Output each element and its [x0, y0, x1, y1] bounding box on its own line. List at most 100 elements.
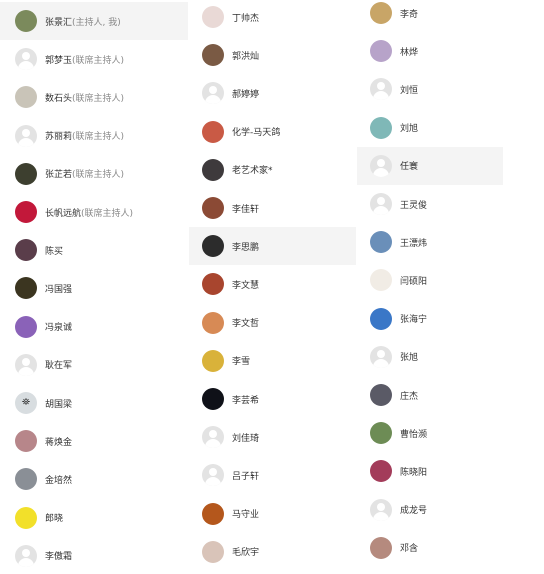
default-avatar-icon [15, 544, 37, 567]
default-avatar-icon [15, 124, 37, 147]
participant-row[interactable]: 毛欣宇 [189, 533, 356, 571]
participant-role: (主持人, 我) [72, 17, 121, 28]
participant-name: 陈晓阳 [400, 467, 428, 478]
default-avatar-icon [370, 154, 392, 177]
participant-name: 冯泉诚 [45, 323, 73, 334]
participant-row[interactable]: 成龙号 [357, 491, 503, 529]
participant-row[interactable]: 王漂炜 [357, 223, 503, 261]
participant-name: 吕子轩 [232, 471, 260, 482]
participant-row[interactable]: 刘恒 [357, 70, 503, 108]
participant-row[interactable]: 老艺术家* [189, 151, 356, 189]
participant-name: 庄杰 [400, 391, 419, 402]
avatar [370, 460, 392, 483]
participant-row[interactable]: 李文哲 [189, 304, 356, 342]
participant-row[interactable]: 李傲霜 [0, 537, 188, 574]
participant-name: 耿在军 [45, 361, 73, 372]
default-avatar-icon [202, 464, 224, 487]
participant-row[interactable]: 马守业 [189, 495, 356, 533]
participant-row[interactable]: 刘旭 [357, 109, 503, 147]
participant-row[interactable]: 数石头 (联席主持人) [0, 78, 188, 116]
participant-row[interactable]: 郎晓 [0, 499, 188, 537]
participant-row[interactable]: ⛯ 胡国梁 [0, 384, 188, 422]
participant-row[interactable]: 庄杰 [357, 376, 503, 414]
avatar [15, 506, 37, 529]
participant-row[interactable]: 陈买 [0, 231, 188, 269]
participant-name: 马守业 [232, 510, 260, 521]
avatar: ⛯ [15, 392, 37, 414]
default-avatar-icon [15, 48, 37, 71]
participant-name: 冯国强 [45, 284, 73, 295]
avatar [15, 468, 37, 491]
default-avatar-icon [370, 498, 392, 521]
participant-row[interactable]: 李文慧 [189, 265, 356, 303]
participant-row[interactable]: 耿在军 [0, 346, 188, 384]
participant-row[interactable]: 张旭 [357, 338, 503, 376]
participant-role: (联席主持人) [81, 208, 134, 219]
participant-row[interactable]: 蒋焕金 [0, 422, 188, 460]
participant-row[interactable]: 冯国强 [0, 269, 188, 307]
participant-name: 曹怡濒 [400, 429, 428, 440]
default-avatar-icon [370, 78, 392, 101]
participant-row[interactable]: 张海宁 [357, 300, 503, 338]
participant-row[interactable]: 郝婷婷 [189, 74, 356, 112]
participant-name: 李思鹏 [232, 242, 260, 253]
participant-row[interactable]: 郭洪灿 [189, 36, 356, 74]
participant-row[interactable]: 金培然 [0, 460, 188, 498]
participant-row[interactable]: 任寰 [357, 146, 503, 185]
participant-row[interactable]: 邓含 [357, 529, 503, 567]
participant-row[interactable]: 李奇 [357, 0, 503, 32]
avatar [202, 6, 224, 28]
participant-name: 陈买 [45, 246, 64, 257]
avatar [15, 162, 37, 185]
participant-row[interactable]: 吕子轩 [189, 456, 356, 494]
participant-name: 苏丽莉 [45, 132, 73, 143]
participant-name: 数石头 [45, 93, 73, 104]
participant-row[interactable]: 李佳轩 [189, 189, 356, 227]
avatar [202, 388, 224, 410]
participant-row[interactable]: 李思鹏 [189, 227, 356, 266]
participant-name: 张景汇 [45, 17, 73, 28]
participant-name: 金培然 [45, 475, 73, 486]
participant-name: 蒋焕金 [45, 437, 73, 448]
participant-row[interactable]: 冯泉诚 [0, 308, 188, 346]
participant-row[interactable]: 郭梦玉 (联席主持人) [0, 40, 188, 78]
avatar [202, 540, 224, 563]
avatar [15, 10, 37, 32]
avatar [15, 239, 37, 262]
participant-role: (联席主持人) [72, 55, 125, 66]
avatar [15, 277, 37, 300]
participant-name: 张旭 [400, 353, 419, 364]
participant-row[interactable]: 丁帅杰 [189, 0, 356, 36]
participant-column-c: 李奇林烨刘恒刘旭任寰 王灵俊 王漂炜 闫硕阳张海宁张旭庄杰曹怡濒陈晓阳成龙号 邓含 [357, 0, 503, 574]
participant-row[interactable]: 曹怡濒 [357, 414, 503, 452]
participant-row[interactable]: 化学-马天鸽 [189, 113, 356, 151]
avatar [202, 158, 224, 181]
avatar [370, 269, 392, 292]
participant-row[interactable]: 李芸希 [189, 380, 356, 418]
participant-role: (联席主持人) [72, 132, 125, 143]
participant-column-b: 丁帅杰 郭洪灿 郝婷婷 化学-马天鸽 老艺术家* 李佳轩李思鹏李文慧李文哲 李雪 李芸希 刘佳琦… [189, 0, 356, 574]
avatar [370, 116, 392, 139]
participant-row[interactable]: 林烨 [357, 32, 503, 70]
participant-row[interactable]: 王灵俊 [357, 185, 503, 223]
avatar [202, 273, 224, 296]
participant-row[interactable]: 刘佳琦 [189, 418, 356, 456]
participant-name: 张海宁 [400, 315, 428, 326]
participant-row[interactable]: 张景汇 (主持人, 我) [0, 2, 188, 40]
participant-row[interactable]: 长帆远航 (联席主持人) [0, 193, 188, 231]
participant-row[interactable]: 苏丽莉 (联席主持人) [0, 117, 188, 155]
participant-row[interactable]: 陈晓阳 [357, 452, 503, 490]
avatar [370, 384, 392, 406]
participant-row[interactable]: 闫硕阳 [357, 261, 503, 299]
default-avatar-icon [202, 82, 224, 105]
participant-row[interactable]: 张芷若 (联席主持人) [0, 155, 188, 193]
participant-name: 林烨 [400, 47, 419, 58]
avatar [202, 502, 224, 525]
participant-name: 李文慧 [232, 280, 260, 291]
participant-row[interactable]: 李雪 [189, 342, 356, 380]
tower-icon: ⛯ [22, 397, 30, 408]
avatar [370, 2, 392, 24]
participant-name: 刘旭 [400, 124, 419, 135]
avatar [15, 201, 37, 223]
participant-name: 胡国梁 [45, 399, 73, 410]
